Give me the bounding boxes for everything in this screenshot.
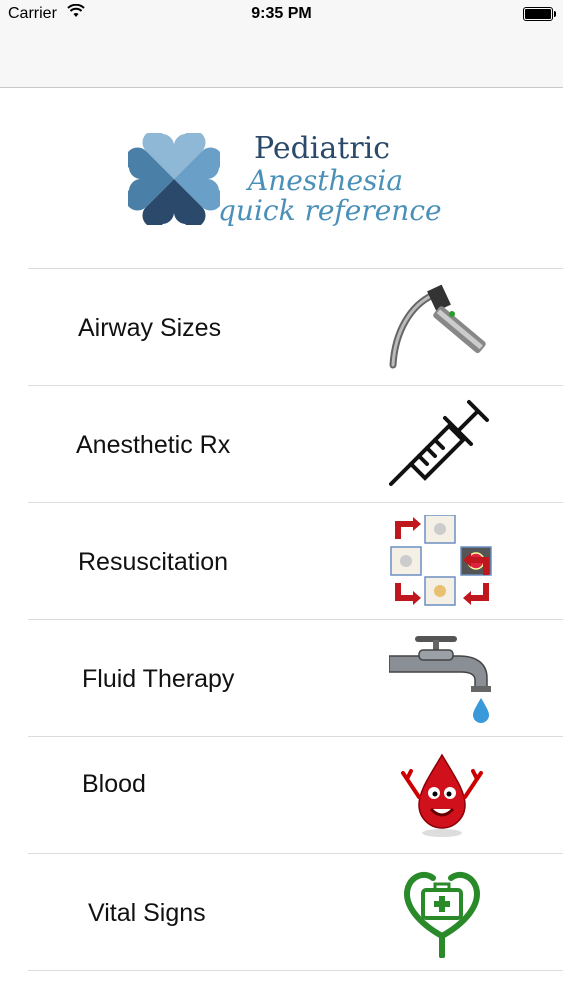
navigation-bar xyxy=(0,30,563,88)
battery-icon xyxy=(523,7,556,21)
blood-drop-icon xyxy=(401,753,483,837)
menu-row-label: Resuscitation xyxy=(78,548,229,576)
menu-row-label: Blood xyxy=(82,770,146,798)
menu-row-vital-signs[interactable]: Vital Signs xyxy=(28,853,563,971)
clover-hearts-logo-icon xyxy=(128,133,220,225)
menu-list: Airway Sizes Anesthetic Rx Resuscitation… xyxy=(0,268,563,971)
menu-row-label: Vital Signs xyxy=(88,899,206,927)
menu-row-fluid-therapy[interactable]: Fluid Therapy xyxy=(28,619,563,736)
syringe-icon xyxy=(389,400,489,486)
menu-row-blood[interactable]: Blood xyxy=(28,736,563,853)
status-bar: Carrier 9:35 PM xyxy=(0,0,563,30)
laryngoscope-icon xyxy=(389,284,486,369)
menu-row-label: Anesthetic Rx xyxy=(76,431,231,459)
cpr-cycle-icon xyxy=(390,515,492,606)
logo-title: Pediatric xyxy=(254,131,391,166)
menu-row-resuscitation[interactable]: Resuscitation xyxy=(28,502,563,619)
menu-row-label: Airway Sizes xyxy=(78,314,222,342)
faucet-icon xyxy=(389,636,491,723)
menu-row-label: Fluid Therapy xyxy=(82,665,235,693)
stethoscope-heart-icon xyxy=(403,871,481,958)
app-logo: Pediatric Anesthesia quick reference xyxy=(0,88,563,268)
logo-subtitle-line1: Anesthesia xyxy=(248,164,404,197)
clock: 9:35 PM xyxy=(251,5,312,22)
menu-row-airway-sizes[interactable]: Airway Sizes xyxy=(28,268,563,385)
logo-subtitle-line2: quick reference xyxy=(218,194,442,227)
menu-row-anesthetic-rx[interactable]: Anesthetic Rx xyxy=(28,385,563,502)
